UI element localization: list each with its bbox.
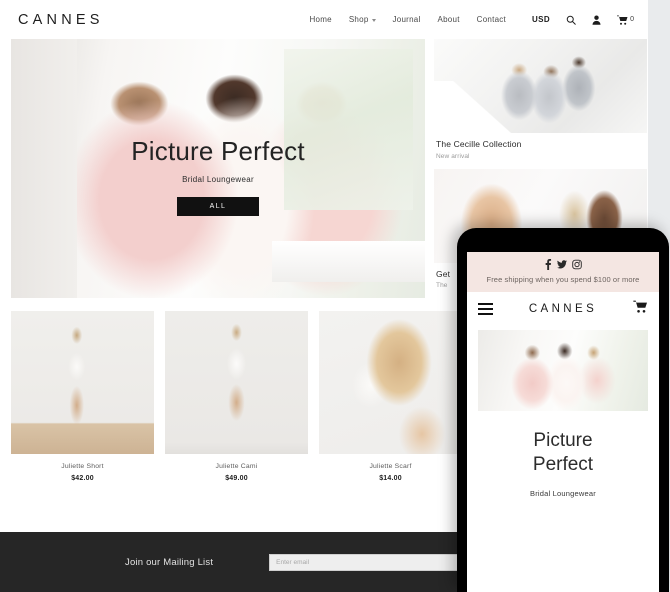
side-card-cecille-image	[434, 39, 647, 133]
hero-title: Picture Perfect	[131, 135, 305, 166]
desktop-navbar: CANNES Home Shop Journal About Contact U…	[0, 0, 648, 39]
nav-item-home[interactable]: Home	[309, 15, 331, 24]
nav-item-journal-label: Journal	[392, 15, 421, 24]
instagram-icon[interactable]	[572, 259, 582, 270]
product-image	[11, 311, 154, 455]
mobile-social-links	[467, 259, 659, 270]
hero-banner[interactable]: Picture Perfect Bridal Loungewear ALL	[11, 39, 425, 298]
hamburger-bar	[478, 303, 493, 306]
nav-item-about-label: About	[437, 15, 460, 24]
hamburger-bar	[478, 308, 493, 310]
side-card-cecille-title: The Cecille Collection	[436, 139, 522, 149]
nav-item-shop[interactable]: Shop	[349, 15, 376, 24]
site-logo[interactable]: CANNES	[18, 12, 104, 28]
nav-item-journal[interactable]: Journal	[393, 15, 421, 24]
mobile-hero-text: Picture Perfect Bridal Loungewear	[467, 415, 659, 498]
mobile-shipping-message: Free shipping when you spend $100 or mor…	[486, 275, 640, 284]
mobile-hero-subtitle: Bridal Loungewear	[530, 488, 596, 498]
product-name: Juliette Cami	[215, 463, 258, 471]
mobile-header: CANNES	[467, 292, 659, 326]
cart-icon[interactable]: 0	[617, 15, 634, 25]
user-icon[interactable]	[592, 15, 601, 25]
product-image	[319, 311, 462, 455]
mobile-hero-title-line1: Picture	[533, 430, 593, 451]
mobile-site-logo[interactable]: CANNES	[529, 303, 597, 315]
mobile-hero-title-line2: Perfect	[532, 454, 594, 476]
nav-item-contact-label: Contact	[476, 15, 506, 24]
product-card[interactable]: Juliette Cami $49.00	[165, 311, 308, 482]
cart-count-badge: 0	[630, 16, 634, 23]
product-name: Juliette Scarf	[369, 463, 412, 471]
cart-icon[interactable]	[633, 300, 648, 318]
facebook-icon[interactable]	[544, 259, 552, 270]
side-card-cecille-caption: The Cecille Collection New arrival	[434, 133, 647, 160]
product-card[interactable]: Juliette Scarf $14.00	[319, 311, 462, 482]
mobile-screen: Free shipping when you spend $100 or mor…	[467, 252, 659, 592]
twitter-icon[interactable]	[557, 259, 567, 270]
mobile-hero-image[interactable]	[478, 330, 648, 411]
primary-navigation: Home Shop Journal About Contact	[309, 15, 506, 24]
product-price: $49.00	[225, 475, 248, 483]
product-image	[165, 311, 308, 455]
mobile-phone-mockup: Free shipping when you spend $100 or mor…	[457, 228, 669, 592]
product-name: Juliette Short	[61, 463, 104, 471]
hero-subtitle: Bridal Loungewear	[182, 174, 254, 184]
product-card[interactable]: Juliette Short $42.00	[11, 311, 154, 482]
newsletter-heading: Join our Mailing List	[125, 556, 214, 568]
product-price: $14.00	[379, 475, 402, 483]
side-card-cecille[interactable]: The Cecille Collection New arrival	[434, 39, 647, 160]
currency-selector[interactable]: USD	[532, 15, 550, 24]
hero-overlay: Picture Perfect Bridal Loungewear ALL	[11, 39, 425, 298]
navbar-utilities: USD 0	[532, 15, 634, 25]
hero-column: Picture Perfect Bridal Loungewear ALL	[11, 39, 425, 298]
nav-item-about[interactable]: About	[438, 15, 460, 24]
search-icon[interactable]	[566, 15, 576, 25]
hamburger-bar	[478, 312, 493, 315]
hamburger-menu-icon[interactable]	[478, 300, 493, 318]
mobile-announcement-bar: Free shipping when you spend $100 or mor…	[467, 252, 659, 292]
hero-shop-all-button[interactable]: ALL	[177, 196, 259, 216]
nav-item-contact[interactable]: Contact	[477, 15, 506, 24]
side-card-cecille-subtitle: New arrival	[436, 152, 470, 160]
mobile-hero-image-wrap	[467, 326, 659, 415]
nav-item-shop-label: Shop	[348, 15, 369, 24]
product-price: $42.00	[71, 475, 94, 483]
chevron-down-icon	[371, 18, 376, 22]
nav-item-home-label: Home	[309, 15, 332, 24]
